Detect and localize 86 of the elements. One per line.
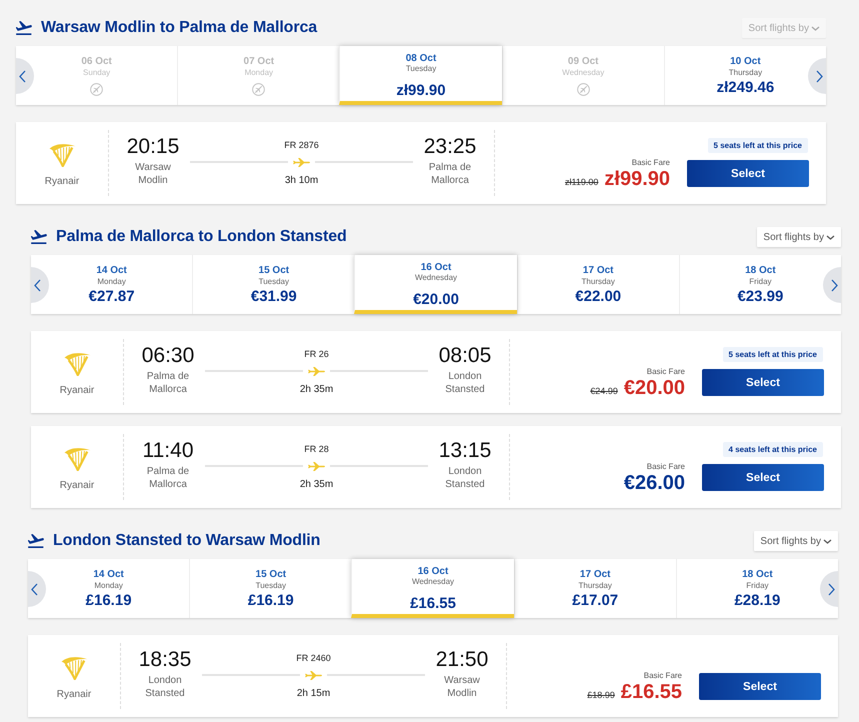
date-tab[interactable]: 15 Oct Tuesday £16.19 (189, 559, 352, 618)
flight-duration: 2h 35m (300, 384, 334, 396)
date-tab[interactable]: 15 Oct Tuesday €31.99 (192, 255, 354, 314)
chevron-right-icon (816, 70, 823, 82)
arrival-time: 13:15 (438, 439, 492, 463)
fare-label: Basic Fare (632, 158, 670, 168)
airplane-icon (305, 670, 322, 680)
route-title: London Stansted to Warsaw Modlin (53, 532, 320, 550)
old-price: zł119.00 (565, 177, 598, 187)
seats-left-badge: 5 seats left at this price (708, 138, 808, 153)
flight-duration: 2h 15m (296, 688, 330, 700)
arrival-city: Warsaw Modlin (443, 674, 481, 700)
flight-number: FR 28 (304, 443, 329, 455)
route-title: Warsaw Modlin to Palma de Mallorca (41, 19, 318, 37)
departure-city: Palma de Mallorca (146, 465, 190, 491)
date-tab[interactable]: 14 Oct Monday €27.87 (31, 255, 192, 314)
fare-price: €26.00 (624, 472, 685, 494)
chevron-down-icon (823, 538, 832, 544)
harp-icon (64, 447, 90, 471)
airline-name: Ryanair (44, 176, 80, 188)
select-button[interactable]: Select (687, 160, 809, 187)
no-flights-icon (252, 83, 266, 96)
chevron-down-icon (811, 26, 820, 30)
flight-duration: 2h 35m (300, 479, 334, 491)
fare-price: €20.00 (624, 377, 685, 399)
date-tab[interactable]: 17 Oct Thursday £17.07 (514, 559, 676, 618)
no-flights-icon (576, 83, 590, 96)
airplane-icon (308, 366, 325, 376)
plane-takeoff-icon (28, 534, 44, 548)
flight-duration: 3h 10m (284, 175, 318, 187)
sort-button[interactable]: Sort flights by (754, 531, 838, 551)
departure-time: 11:40 (142, 439, 194, 463)
date-tab[interactable]: 18 Oct Friday €23.99 (678, 255, 842, 314)
plane-takeoff-icon (31, 230, 47, 244)
sort-button[interactable]: Sort flights by (757, 227, 841, 247)
harp-icon (48, 143, 76, 167)
fare-label: Basic Fare (644, 671, 682, 681)
chevron-right-icon (828, 582, 835, 596)
departure-time: 06:30 (142, 344, 194, 368)
harp-icon (60, 656, 88, 680)
no-flights-icon (90, 83, 104, 96)
date-tab[interactable]: 14 Oct Monday £16.19 (28, 559, 190, 618)
seats-left-badge: 5 seats left at this price (722, 347, 823, 362)
fare-label: Basic Fare (646, 462, 685, 472)
departure-city: Warsaw Modlin (134, 161, 172, 187)
date-tab[interactable]: 16 Oct Wednesday €20.00 (354, 255, 517, 314)
fare-label: Basic Fare (646, 367, 685, 377)
chevron-right-icon (831, 278, 838, 292)
old-price: £18.99 (587, 690, 615, 700)
arrival-time: 08:05 (438, 344, 492, 368)
chevron-down-icon (826, 234, 835, 240)
plane-takeoff-icon (16, 21, 32, 35)
flight-number: FR 2876 (284, 139, 319, 151)
route-title: Palma de Mallorca to London Stansted (56, 228, 347, 246)
departure-city: Palma de Mallorca (146, 370, 190, 396)
harp-icon (64, 352, 90, 376)
arrival-city: London Stansted (444, 370, 486, 396)
date-tab[interactable]: 10 Oct Thursday zł249.46 (664, 46, 826, 105)
chevron-left-icon (19, 70, 26, 82)
select-button[interactable]: Select (702, 369, 824, 396)
flight-number: FR 26 (304, 348, 329, 360)
date-tab[interactable]: 08 Oct Tuesday zł99.90 (339, 46, 502, 105)
fare-price: £16.55 (620, 681, 682, 703)
departure-time: 20:15 (126, 135, 180, 159)
airplane-icon (308, 462, 325, 470)
airline-name: Ryanair (60, 385, 94, 397)
chevron-left-icon (31, 582, 38, 596)
select-button[interactable]: Select (699, 673, 821, 700)
arrival-time: 21:50 (436, 648, 488, 672)
arrival-city: London Stansted (444, 465, 486, 491)
date-tab[interactable]: 17 Oct Thursday €22.00 (516, 255, 679, 314)
airplane-icon (293, 158, 310, 166)
airline-name: Ryanair (60, 480, 94, 492)
departure-time: 18:35 (138, 648, 192, 672)
seats-left-badge: 4 seats left at this price (722, 442, 823, 457)
date-tab[interactable]: 16 Oct Wednesday £16.55 (351, 559, 514, 618)
old-price: €24.99 (590, 386, 618, 396)
airline-name: Ryanair (56, 689, 92, 701)
select-button[interactable]: Select (702, 464, 824, 491)
fare-price: zł99.90 (604, 168, 670, 190)
flight-number: FR 2460 (296, 652, 331, 664)
departure-city: London Stansted (144, 674, 186, 700)
arrival-city: Palma de Mallorca (428, 161, 472, 187)
chevron-left-icon (34, 278, 41, 292)
arrival-time: 23:25 (424, 135, 476, 159)
date-tab[interactable]: 18 Oct Friday £28.19 (676, 559, 838, 618)
